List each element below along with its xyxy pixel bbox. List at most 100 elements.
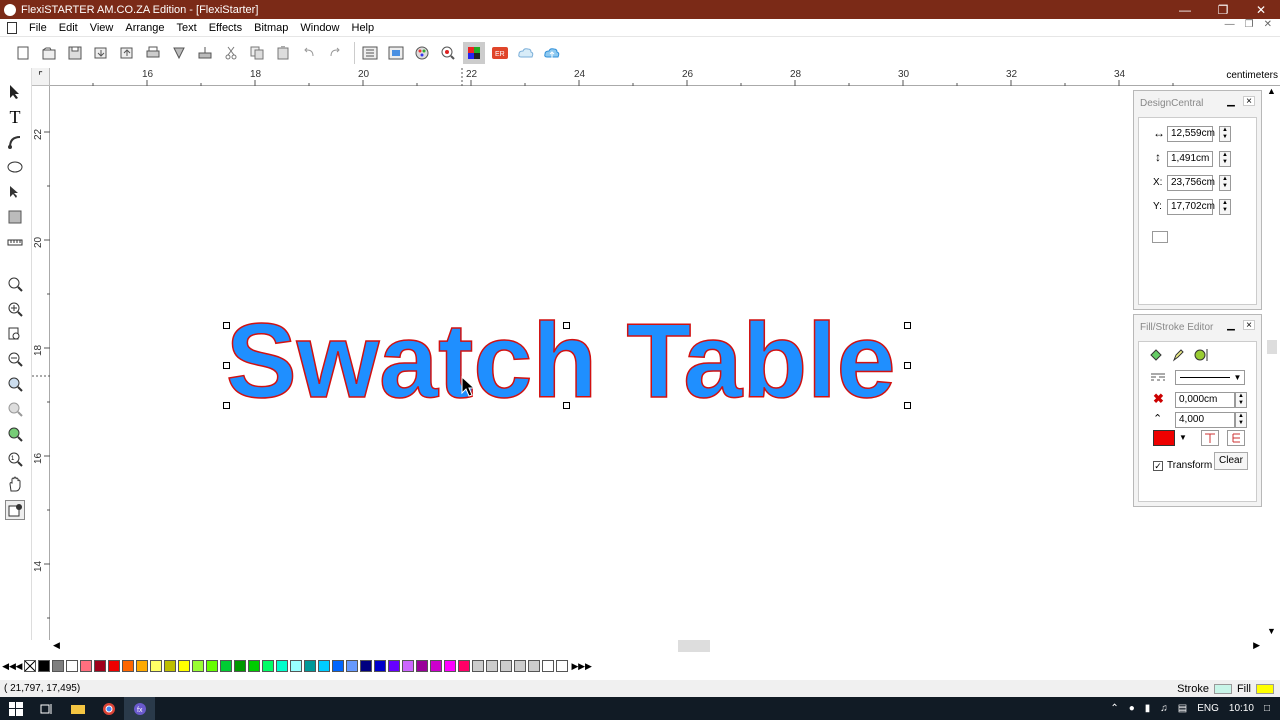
palette-swatch[interactable] (486, 660, 498, 672)
palette-swatch[interactable] (430, 660, 442, 672)
node-edit-tool-icon[interactable] (5, 182, 25, 202)
menu-help[interactable]: Help (346, 22, 381, 34)
vertical-scrollbar[interactable]: ▲ ▼ (1264, 86, 1280, 640)
design-central-toggle-icon[interactable] (359, 42, 381, 64)
fill-status-swatch[interactable] (1256, 683, 1274, 694)
palette-swatch[interactable] (108, 660, 120, 672)
selection-handle[interactable] (904, 322, 911, 329)
palette-swatch[interactable] (94, 660, 106, 672)
stroke-status-swatch[interactable] (1213, 683, 1232, 694)
selection-handle[interactable] (904, 362, 911, 369)
palette-first-icon[interactable]: ◀◀ (2, 660, 16, 672)
menu-view[interactable]: View (84, 22, 120, 34)
palette-swatch[interactable] (206, 660, 218, 672)
no-color-swatch[interactable] (24, 660, 36, 672)
palette-swatch[interactable] (318, 660, 330, 672)
palette-swatch[interactable] (556, 660, 568, 672)
shape-tool-icon[interactable] (5, 132, 25, 152)
windows-start-icon[interactable] (0, 697, 31, 720)
cap-style-icon[interactable] (1227, 430, 1245, 446)
cloud-upload-icon[interactable] (541, 42, 563, 64)
doc-minimize-icon[interactable]: — (1225, 19, 1235, 30)
x-spinner[interactable]: ▲ ▼ (1219, 175, 1231, 191)
palette-swatch[interactable] (332, 660, 344, 672)
notifications-icon[interactable]: □ (1264, 703, 1270, 714)
job-manager-icon[interactable] (385, 42, 407, 64)
ellipse-tool-icon[interactable] (5, 157, 25, 177)
palette-swatch[interactable] (444, 660, 456, 672)
palette-swatch[interactable] (52, 660, 64, 672)
panel-minimize-icon[interactable]: ▁ (1225, 320, 1237, 331)
height-input[interactable]: 1,491cm (1167, 151, 1213, 167)
task-view-icon[interactable] (31, 697, 62, 720)
palette-swatch[interactable] (528, 660, 540, 672)
palette-swatch[interactable] (192, 660, 204, 672)
scale-lock-icon[interactable] (1152, 231, 1168, 243)
palette-swatch[interactable] (374, 660, 386, 672)
menu-text[interactable]: Text (171, 22, 203, 34)
selection-handle[interactable] (563, 322, 570, 329)
width-spinner[interactable]: ▲ ▼ (1219, 126, 1231, 142)
save-icon[interactable] (64, 42, 86, 64)
palette-swatch[interactable] (150, 660, 162, 672)
scroll-right-icon[interactable]: ▶ (1253, 640, 1260, 651)
stroke-width-spinner[interactable]: ▲ ▼ (1235, 392, 1247, 408)
battery-icon[interactable]: ▮ (1145, 703, 1151, 714)
file-explorer-icon[interactable] (62, 697, 93, 720)
horizontal-scroll-thumb[interactable] (678, 640, 710, 652)
design-canvas[interactable]: Swatch Table (50, 86, 1130, 640)
menu-edit[interactable]: Edit (53, 22, 84, 34)
selection-handle[interactable] (223, 362, 230, 369)
zoom-out-icon[interactable] (5, 349, 25, 369)
palette-swatch[interactable] (122, 660, 134, 672)
palette-swatch[interactable] (262, 660, 274, 672)
horizontal-scrollbar[interactable]: ◀ ▶ (50, 640, 1264, 654)
horizontal-ruler[interactable]: 16 18 20 22 24 26 28 30 32 34 centimeter… (50, 68, 1280, 86)
maximize-icon[interactable]: ❐ (1204, 0, 1242, 19)
vertical-scroll-thumb[interactable] (1267, 340, 1277, 354)
effects-tool-icon[interactable] (5, 207, 25, 227)
text-tool-icon[interactable]: T (5, 107, 25, 127)
cut-contour-icon[interactable] (168, 42, 190, 64)
palette-swatch[interactable] (472, 660, 484, 672)
ruler-origin[interactable]: ⌜ (32, 68, 50, 86)
stroke-pen-icon[interactable] (1171, 348, 1185, 362)
swatch-library-icon[interactable] (463, 41, 485, 64)
palette-swatch[interactable] (136, 660, 148, 672)
copy-icon[interactable] (246, 42, 268, 64)
palette-swatch[interactable] (360, 660, 372, 672)
send-icon[interactable] (194, 42, 216, 64)
scroll-left-icon[interactable]: ◀ (53, 640, 60, 651)
menu-bitmap[interactable]: Bitmap (248, 22, 294, 34)
flexi-taskbar-icon[interactable]: fx (124, 697, 155, 720)
palette-swatch[interactable] (290, 660, 302, 672)
panel-close-icon[interactable]: × (1243, 320, 1255, 331)
zoom-selected-icon[interactable] (5, 424, 25, 444)
show-hidden-icons-icon[interactable]: ⌃ (1110, 703, 1118, 714)
document-icon[interactable] (7, 21, 17, 34)
palette-swatch[interactable] (542, 660, 554, 672)
panel-minimize-icon[interactable]: ▁ (1225, 96, 1237, 107)
palette-swatch[interactable] (500, 660, 512, 672)
vertical-ruler[interactable]: 22 20 18 16 14 (32, 86, 50, 640)
zoom-in-icon[interactable] (5, 299, 25, 319)
eyedropper-fill-icon[interactable] (5, 500, 25, 520)
pan-hand-icon[interactable] (5, 474, 25, 494)
panel-close-icon[interactable]: × (1243, 96, 1255, 107)
scroll-down-icon[interactable]: ▼ (1267, 626, 1276, 636)
palette-swatch[interactable] (276, 660, 288, 672)
palette-swatch[interactable] (402, 660, 414, 672)
palette-swatch[interactable] (458, 660, 470, 672)
zoom-all-icon[interactable] (5, 374, 25, 394)
language-indicator[interactable]: ENG (1197, 703, 1219, 714)
y-spinner[interactable]: ▲ ▼ (1219, 199, 1231, 215)
height-spinner[interactable]: ▲ ▼ (1219, 151, 1231, 167)
cut-icon[interactable] (220, 42, 242, 64)
selection-handle[interactable] (223, 322, 230, 329)
palette-swatch[interactable] (248, 660, 260, 672)
miter-limit-spinner[interactable]: ▲ ▼ (1235, 412, 1247, 428)
import-icon[interactable] (90, 42, 112, 64)
palette-swatch[interactable] (304, 660, 316, 672)
palette-swatch[interactable] (388, 660, 400, 672)
open-icon[interactable] (38, 42, 60, 64)
